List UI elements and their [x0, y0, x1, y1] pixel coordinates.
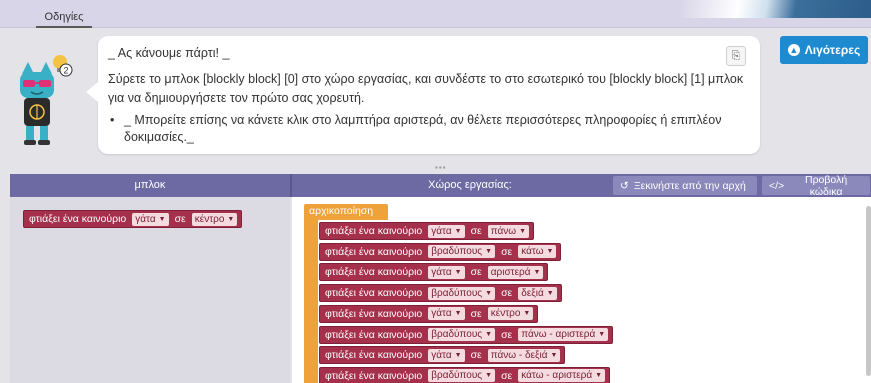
block-in-label: σε	[501, 245, 513, 258]
workspace-block-make-new[interactable]: φτιάξει ένα καινούριο γάτα ▼ σε κέντρο ▼	[319, 304, 539, 323]
dropdown-arrow-icon: ▼	[454, 310, 462, 318]
block-text: φτιάξει ένα καινούριο	[325, 245, 423, 258]
block-text: φτιάξει ένα καινούριο	[325, 328, 423, 341]
workspace-block-make-new[interactable]: φτιάξει ένα καινούριο γάτα ▼ σε αριστερά ▼	[319, 263, 549, 282]
block-text: φτιάξει ένα καινούριο	[325, 369, 423, 382]
block-text: φτιάξει ένα καινούριο	[325, 225, 423, 237]
creature-dropdown[interactable]: γάτα ▼	[428, 307, 465, 321]
restart-icon: ↺	[620, 179, 629, 192]
position-dropdown[interactable]: κέντρο ▼	[191, 212, 238, 226]
chevron-up-icon: ▲	[787, 44, 800, 56]
toolbox-header: μπλοκ	[134, 179, 166, 191]
dropdown-arrow-icon: ▼	[519, 227, 527, 235]
position-dropdown[interactable]: πάνω - αριστερά ▼	[518, 328, 609, 341]
editor-header-bar: μπλοκ Χώρος εργασίας: ↺ Ξεκινήστε από τη…	[10, 173, 871, 198]
dropdown-arrow-icon: ▼	[454, 227, 462, 235]
creature-dropdown[interactable]: βραδύπους ▼	[428, 245, 496, 259]
show-code-button-label: Προβολή κώδικα	[805, 173, 848, 198]
block-text: φτιάξει ένα καινούριο	[29, 213, 127, 225]
block-in-label: σε	[470, 225, 482, 237]
instructions-tips: _ Μπορείτε επίσης να κάνετε κλικ στο λαμ…	[108, 112, 738, 146]
header-divider[interactable]	[290, 174, 292, 197]
less-button[interactable]: ▲ Λιγότερες	[780, 36, 868, 64]
dropdown-arrow-icon: ▼	[485, 372, 493, 380]
creature-dropdown[interactable]: βραδύπους ▼	[428, 328, 496, 341]
workspace-block-make-new[interactable]: φτιάξει ένα καινούριο βραδύπους ▼ σε κάτω ▼	[319, 242, 562, 261]
workspace-block-make-new[interactable]: φτιάξει ένα καινούριο βραδύπους ▼ σε δεξιά ▼	[319, 284, 562, 303]
block-in-label: σε	[501, 369, 513, 382]
creature-dropdown[interactable]: γάτα ▼	[428, 348, 465, 362]
hint-count-badge: 2	[63, 66, 68, 76]
dropdown-arrow-icon: ▼	[595, 372, 603, 380]
resize-handle[interactable]: ▪▪▪	[435, 163, 447, 172]
init-block[interactable]: αρχικοποίηση	[304, 204, 388, 220]
show-code-button[interactable]: </> Προβολή κώδικα	[762, 173, 870, 198]
position-dropdown[interactable]: κάτω - αριστερά ▼	[518, 369, 606, 383]
block-text: φτιάξει ένα καινούριο	[325, 266, 423, 279]
creature-dropdown[interactable]: γάτα ▼	[428, 224, 465, 238]
dropdown-arrow-icon: ▼	[546, 289, 554, 297]
avatar-icon[interactable]: 2	[14, 52, 74, 148]
dropdown-arrow-icon: ▼	[158, 215, 166, 223]
top-tab-bar: Οδηγίες	[0, 0, 871, 28]
workspace-block-make-new[interactable]: φτιάξει ένα καινούριο βραδύπους ▼ σε κάτω - …	[319, 366, 611, 383]
creature-dropdown[interactable]: βραδύπους ▼	[428, 369, 496, 383]
workspace-block-make-new[interactable]: φτιάξει ένα καινούριο βραδύπους ▼ σε πάνω - …	[319, 325, 614, 344]
init-block-arm	[304, 220, 318, 383]
block-in-label: σε	[470, 349, 482, 362]
dropdown-arrow-icon: ▼	[485, 248, 493, 256]
restart-button-label: Ξεκινήστε από την αρχή	[633, 179, 746, 192]
position-dropdown[interactable]: κάτω ▼	[518, 245, 557, 259]
block-text: φτιάξει ένα καινούριο	[325, 287, 423, 300]
position-dropdown[interactable]: δεξιά ▼	[518, 286, 557, 300]
workspace-header: Χώρος εργασίας:	[428, 179, 512, 191]
workspace-block-make-new[interactable]: φτιάξει ένα καινούριο γάτα ▼ σε πάνω ▼	[319, 222, 535, 240]
block-text: φτιάξει ένα καινούριο	[325, 307, 423, 320]
dropdown-arrow-icon: ▼	[533, 268, 541, 276]
dropdown-arrow-icon: ▼	[454, 351, 462, 359]
position-dropdown[interactable]: πάνω - δεξιά ▼	[487, 348, 561, 362]
block-in-label: σε	[501, 287, 513, 300]
dropdown-arrow-icon: ▼	[485, 289, 493, 297]
dropdown-arrow-icon: ▼	[227, 215, 235, 223]
block-in-label: σε	[174, 213, 186, 225]
instructions-body: Σύρετε το μπλοκ [blockly block] [0] στο …	[108, 72, 744, 105]
position-dropdown[interactable]: κέντρο ▼	[487, 307, 534, 321]
creature-dropdown[interactable]: βραδύπους ▼	[428, 286, 496, 300]
code-icon: </>	[769, 179, 785, 192]
workspace-scrollbar[interactable]	[866, 206, 871, 376]
instructions-bubble: _ Ας κάνουμε πάρτι! _ Σύρετε το μπλοκ [b…	[86, 36, 760, 154]
position-dropdown[interactable]: πάνω ▼	[487, 224, 530, 238]
less-button-label: Λιγότερες	[804, 43, 861, 57]
creature-dropdown[interactable]: γάτα ▼	[132, 212, 169, 226]
dropdown-arrow-icon: ▼	[598, 331, 606, 338]
dropdown-arrow-icon: ▼	[485, 331, 493, 338]
block-in-label: σε	[470, 266, 482, 279]
tab-instructions[interactable]: Οδηγίες	[36, 8, 92, 28]
block-in-label: σε	[501, 328, 513, 341]
dropdown-arrow-icon: ▼	[523, 310, 531, 318]
dropdown-arrow-icon: ▼	[550, 351, 558, 359]
dropdown-arrow-icon: ▼	[546, 248, 554, 256]
top-right-decoration	[681, 0, 871, 18]
instructions-title: _ Ας κάνουμε πάρτι! _	[108, 46, 230, 60]
dropdown-arrow-icon: ▼	[454, 268, 462, 276]
workspace-block-make-new[interactable]: φτιάξει ένα καινούριο γάτα ▼ σε πάνω - δεξιά…	[319, 346, 566, 365]
restart-button[interactable]: ↺ Ξεκινήστε από την αρχή	[613, 176, 757, 195]
block-in-label: σε	[470, 307, 482, 320]
position-dropdown[interactable]: αριστερά ▼	[487, 265, 544, 279]
creature-dropdown[interactable]: γάτα ▼	[428, 265, 465, 279]
translate-icon[interactable]: ⎘	[726, 46, 746, 66]
block-text: φτιάξει ένα καινούριο	[325, 349, 423, 362]
toolbox-block-make-new[interactable]: φτιάξει ένα καινούριο γάτα ▼ σε κέντρο ▼	[23, 210, 243, 228]
instructions-tip: _ Μπορείτε επίσης να κάνετε κλικ στο λαμ…	[108, 112, 738, 146]
